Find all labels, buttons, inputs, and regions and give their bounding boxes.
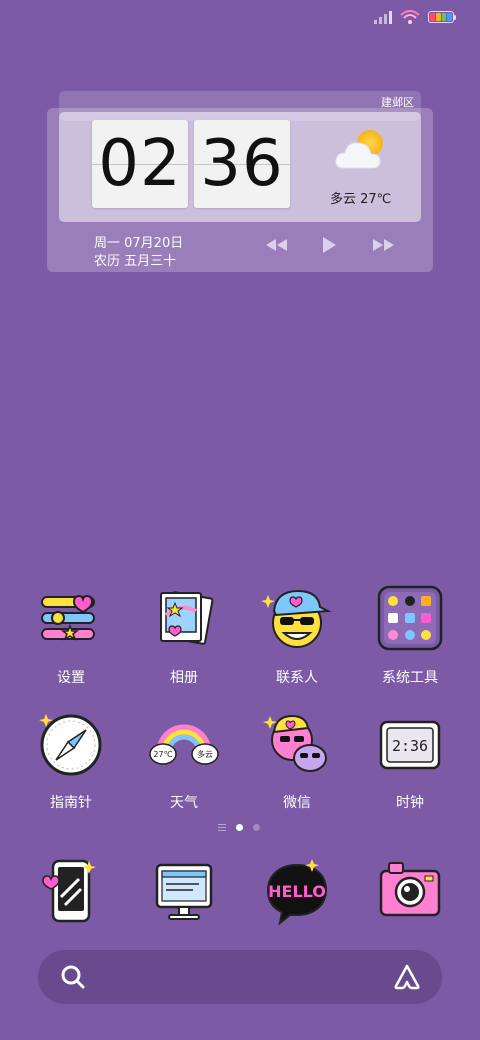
lunar-date-line: 农历 五月三十	[94, 254, 177, 269]
weather-badge-cond: 多云	[197, 749, 213, 759]
cellular-signal-icon	[374, 10, 392, 24]
menu-icon[interactable]	[218, 824, 226, 831]
app-label: 系统工具	[382, 670, 438, 686]
contacts-emoji-icon	[261, 589, 332, 648]
play-icon[interactable]	[320, 236, 338, 254]
weather-badge-temp: 27℃	[153, 750, 172, 759]
wechat-emoji-icon	[263, 714, 327, 772]
app-label: 时钟	[396, 795, 424, 811]
search-bar[interactable]	[38, 950, 442, 1004]
app-gallery[interactable]: 相册	[136, 585, 232, 687]
messages-hello-icon[interactable]: HELLO	[262, 857, 332, 927]
app-wechat[interactable]: 微信	[249, 710, 345, 812]
next-track-icon[interactable]	[370, 236, 396, 254]
page-dot[interactable]	[253, 824, 260, 831]
app-weather[interactable]: 27℃ 多云 天气	[136, 710, 232, 812]
app-label: 相册	[170, 670, 198, 686]
hello-text: HELLO	[268, 882, 326, 901]
app-clock[interactable]: 2:36 时钟	[362, 710, 458, 812]
camera-icon[interactable]	[375, 857, 445, 927]
date-line: 周一 07月20日	[94, 236, 184, 251]
system-tools-folder-icon	[377, 585, 443, 651]
clock-icon-text: 2:36	[392, 737, 428, 755]
assistant-icon[interactable]	[392, 962, 422, 992]
clock-hours[interactable]: 02	[92, 120, 188, 208]
weather-rainbow-icon: 27℃ 多云	[149, 724, 219, 765]
compass-icon	[39, 714, 102, 776]
search-icon[interactable]	[60, 964, 86, 990]
browser-icon[interactable]	[149, 857, 219, 927]
partly-cloudy-icon[interactable]	[334, 128, 386, 172]
app-label: 联系人	[276, 670, 318, 686]
app-label: 设置	[57, 670, 85, 686]
app-label: 指南针	[50, 795, 92, 811]
weather-summary: 多云 27℃	[330, 192, 392, 207]
settings-sliders-icon	[41, 594, 95, 641]
app-compass[interactable]: 指南针	[23, 710, 119, 812]
app-system-tools[interactable]: 系统工具	[362, 585, 458, 687]
app-contacts[interactable]: 联系人	[249, 585, 345, 687]
app-label: 天气	[170, 795, 198, 811]
page-indicator[interactable]	[218, 824, 260, 831]
location-label: 建邺区	[381, 96, 414, 109]
phone-icon[interactable]	[39, 857, 109, 927]
page-dot-current[interactable]	[236, 824, 243, 831]
photo-album-icon	[160, 591, 214, 645]
wifi-icon	[400, 10, 420, 24]
battery-icon	[428, 11, 456, 23]
app-label: 微信	[283, 795, 311, 811]
clock-minutes[interactable]: 36	[194, 120, 290, 208]
clock-icon: 2:36	[379, 720, 441, 770]
status-bar	[374, 10, 456, 24]
app-settings[interactable]: 设置	[23, 585, 119, 687]
previous-track-icon[interactable]	[264, 236, 290, 254]
